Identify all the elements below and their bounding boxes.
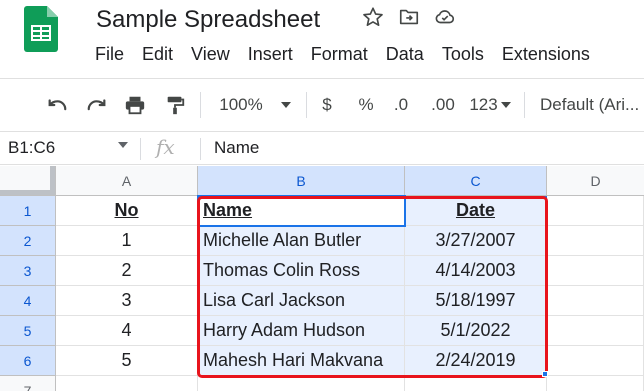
- row-header-7[interactable]: 7: [0, 376, 56, 391]
- cell-b3[interactable]: Thomas Colin Ross: [198, 256, 405, 286]
- cell-c5[interactable]: 5/1/2022: [405, 316, 547, 346]
- cell-a3[interactable]: 2: [56, 256, 198, 286]
- cell-c4[interactable]: 5/18/1997: [405, 286, 547, 316]
- row-header-4[interactable]: 4: [0, 286, 56, 316]
- increase-decimal-button[interactable]: .00: [426, 79, 460, 131]
- fx-icon: fx: [156, 135, 175, 159]
- cell-c3[interactable]: 4/14/2003: [405, 256, 547, 286]
- cell-b5[interactable]: Harry Adam Hudson: [198, 316, 405, 346]
- zoom-select[interactable]: 100%: [212, 79, 298, 131]
- cell-d7[interactable]: [547, 376, 644, 391]
- print-icon[interactable]: [120, 79, 150, 131]
- spreadsheet-grid: A B C D 1 2 3 4 5 6 7 No Name Date 1 Mic…: [0, 166, 644, 391]
- formula-bar: B1:C6 fx Name: [0, 131, 644, 165]
- cell-d5[interactable]: [547, 316, 644, 346]
- cell-b7[interactable]: [198, 376, 405, 391]
- cell-a5[interactable]: 4: [56, 316, 198, 346]
- toolbar-separator: [524, 92, 525, 118]
- cloud-status-icon[interactable]: [434, 6, 456, 28]
- undo-icon[interactable]: [42, 79, 72, 131]
- star-icon[interactable]: [362, 6, 384, 28]
- formula-bar-separator: [140, 138, 141, 160]
- more-formats-button[interactable]: 123: [466, 79, 514, 131]
- sheets-logo-icon[interactable]: [24, 6, 58, 52]
- cell-a6[interactable]: 5: [56, 346, 198, 376]
- chevron-down-icon: [500, 102, 511, 108]
- cell-c1[interactable]: Date: [405, 196, 547, 226]
- cell-c2[interactable]: 3/27/2007: [405, 226, 547, 256]
- column-header-d[interactable]: D: [547, 166, 644, 196]
- row-header-6[interactable]: 6: [0, 346, 56, 376]
- menu-extensions[interactable]: Extensions: [493, 42, 599, 67]
- decrease-decimal-button[interactable]: .0: [388, 79, 414, 131]
- fill-handle[interactable]: [542, 371, 548, 377]
- chevron-down-icon: [280, 102, 291, 108]
- cell-b6[interactable]: Mahesh Hari Makvana: [198, 346, 405, 376]
- move-to-folder-icon[interactable]: [398, 6, 420, 28]
- row-header-3[interactable]: 3: [0, 256, 56, 286]
- cell-a4[interactable]: 3: [56, 286, 198, 316]
- chevron-down-icon[interactable]: [118, 142, 128, 148]
- cell-a2[interactable]: 1: [56, 226, 198, 256]
- toolbar: 100% $ % .0 .00 123 Default (Ari...: [0, 79, 644, 131]
- increase-decimal-label: .00: [431, 95, 455, 114]
- menu-file[interactable]: File: [86, 42, 133, 67]
- cell-d3[interactable]: [547, 256, 644, 286]
- more-formats-label: 123: [469, 95, 498, 114]
- currency-format-button[interactable]: $: [316, 79, 338, 131]
- row-header-5[interactable]: 5: [0, 316, 56, 346]
- cell-b1[interactable]: Name: [198, 196, 405, 226]
- cell-d4[interactable]: [547, 286, 644, 316]
- cell-b4[interactable]: Lisa Carl Jackson: [198, 286, 405, 316]
- paint-format-icon[interactable]: [160, 79, 190, 131]
- menu-tools[interactable]: Tools: [433, 42, 493, 67]
- toolbar-separator: [200, 92, 201, 118]
- document-title[interactable]: Sample Spreadsheet: [96, 6, 320, 34]
- cell-d1[interactable]: [547, 196, 644, 226]
- column-header-c[interactable]: C: [405, 166, 547, 196]
- column-header-b[interactable]: B: [198, 166, 405, 196]
- row-header-1[interactable]: 1: [0, 196, 56, 226]
- toolbar-separator: [306, 92, 307, 118]
- cell-c6[interactable]: 2/24/2019: [405, 346, 547, 376]
- menu-format[interactable]: Format: [302, 42, 377, 67]
- menu-view[interactable]: View: [182, 42, 239, 67]
- zoom-value: 100%: [219, 95, 263, 114]
- cell-a1[interactable]: No: [56, 196, 198, 226]
- formula-bar-separator: [200, 138, 201, 160]
- cell-d2[interactable]: [547, 226, 644, 256]
- decrease-decimal-label: .0: [393, 95, 409, 114]
- font-family-value: Default (Ari...: [540, 95, 640, 114]
- menu-edit[interactable]: Edit: [133, 42, 182, 67]
- column-header-a[interactable]: A: [56, 166, 198, 196]
- cell-d6[interactable]: [547, 346, 644, 376]
- select-all-corner[interactable]: [0, 166, 56, 196]
- formula-input[interactable]: Name: [214, 138, 259, 158]
- cell-b2[interactable]: Michelle Alan Butler: [198, 226, 405, 256]
- redo-icon[interactable]: [82, 79, 112, 131]
- menu-insert[interactable]: Insert: [239, 42, 302, 67]
- menu-data[interactable]: Data: [377, 42, 433, 67]
- percent-format-button[interactable]: %: [354, 79, 378, 131]
- cell-c7[interactable]: [405, 376, 547, 391]
- font-family-select[interactable]: Default (Ari...: [540, 79, 644, 131]
- row-header-2[interactable]: 2: [0, 226, 56, 256]
- cell-a7[interactable]: [56, 376, 198, 391]
- name-box[interactable]: B1:C6: [0, 132, 140, 164]
- menu-bar: File Edit View Insert Format Data Tools …: [86, 42, 599, 67]
